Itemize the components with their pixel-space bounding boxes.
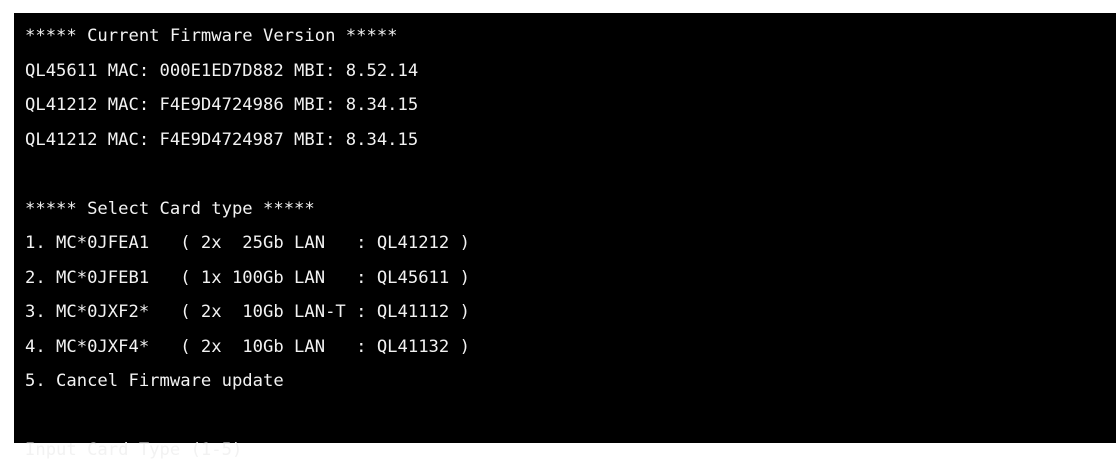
select-card-header: ***** Select Card type ***** bbox=[25, 198, 315, 219]
menu-option-5: 5. Cancel Firmware update bbox=[25, 371, 284, 391]
current-firmware-header: ***** Current Firmware Version ***** bbox=[25, 26, 398, 46]
menu-option-1: 1. MC*0JFEA1 ( 2x 25Gb LAN : QL41212 ) bbox=[25, 233, 470, 253]
firmware-line: QL41212 MAC: F4E9D4724986 MBI: 8.34.15 bbox=[25, 95, 419, 115]
menu-option-4: 4. MC*0JXF4* ( 2x 10Gb LAN : QL41132 ) bbox=[25, 336, 470, 357]
menu-option-2: 2. MC*0JFEB1 ( 1x 100Gb LAN : QL45611 ) bbox=[25, 267, 470, 288]
terminal-window[interactable]: ***** Current Firmware Version ***** QL4… bbox=[14, 13, 1116, 460]
input-prompt[interactable]: Input Card Type (1-5) bbox=[25, 433, 1116, 468]
firmware-line: QL45611 MAC: 000E1ED7D882 MBI: 8.52.14 bbox=[25, 60, 419, 81]
firmware-line: QL41212 MAC: F4E9D4724987 MBI: 8.34.15 bbox=[25, 129, 419, 150]
menu-option-3: 3. MC*0JXF2* ( 2x 10Gb LAN-T : QL41112 ) bbox=[25, 302, 470, 322]
